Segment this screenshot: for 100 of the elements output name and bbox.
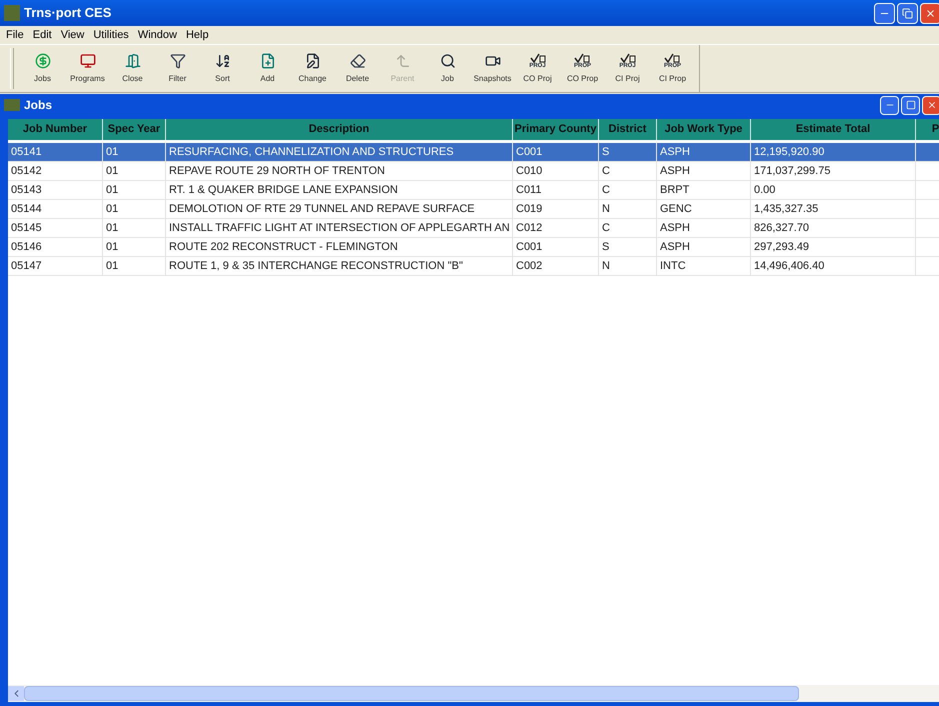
table-cell-text: RT. 1 & QUAKER BRIDGE LANE EXPANSION xyxy=(169,182,398,198)
table-cell-text: 01 xyxy=(106,164,118,179)
horizontal-scrollbar[interactable] xyxy=(8,685,939,702)
monitor-icon xyxy=(80,52,96,68)
toolbar-button[interactable]: Close xyxy=(110,46,155,90)
edit-document-icon xyxy=(304,52,320,68)
window-title: Trns·port CES xyxy=(24,4,112,22)
minimize-button[interactable] xyxy=(874,2,895,24)
menu-item[interactable]: Utilities xyxy=(93,26,129,44)
table-cell-text: 297,293.49 xyxy=(754,240,810,255)
table-cell-text: 01 xyxy=(106,240,118,255)
column-header[interactable]: Spec Year xyxy=(103,119,166,140)
table-cell-text: ASPH xyxy=(660,144,690,160)
table-cell-text: ASPH xyxy=(660,164,690,179)
column-header[interactable]: Primary County xyxy=(513,119,599,140)
toolbar-button[interactable]: Job xyxy=(425,46,470,90)
table-row[interactable]: 05146 01 ROUTE 202 RECONSTRUCT - FLEMINGTON C001 S ASPH 297,293.49 xyxy=(8,238,939,257)
table-cell-text: 171,037,299.75 xyxy=(754,164,830,179)
table-row[interactable]: 05143 01 RT. 1 & QUAKER BRIDGE LANE EXPANSION C011 C BRPT 0.00 xyxy=(8,181,939,200)
restore-icon xyxy=(902,8,913,18)
toolbar-button[interactable]: Change xyxy=(290,46,335,90)
table-cell-text: 0.00 xyxy=(754,182,776,198)
child-window-title: Jobs xyxy=(24,97,52,114)
table-cell-text: 05147 xyxy=(11,258,42,274)
table-row[interactable]: 05147 01 ROUTE 1, 9 & 35 INTERCHANGE RECONSTRUCTION "B" C002 N INTC 14,496,406.40 xyxy=(8,257,939,276)
table-cell-text: C010 xyxy=(516,164,542,179)
table-cell-text: S xyxy=(602,144,610,160)
table-cell-text: C001 xyxy=(516,144,542,160)
table-cell-text: 01 xyxy=(106,258,118,274)
table-cell-text: S xyxy=(602,240,610,255)
column-header[interactable]: Estimate Total xyxy=(751,119,916,140)
toolbar-button[interactable]: Snapshots xyxy=(470,46,515,90)
toolbar-button[interactable]: Programs xyxy=(65,46,110,90)
close-button[interactable] xyxy=(920,2,939,24)
up-arrow-icon xyxy=(394,52,410,68)
table-cell-text: REPAVE ROUTE 29 NORTH OF TRENTON xyxy=(169,164,385,179)
table-cell-text: 826,327.70 xyxy=(754,220,810,236)
column-header[interactable]: P xyxy=(916,119,939,140)
table-cell-text: C xyxy=(602,220,610,236)
table-cell-text: N xyxy=(602,202,610,217)
table-row[interactable]: 05145 01 INSTALL TRAFFIC LIGHT AT INTERSECTION OF APPLEGARTH AN C012 C ASPH 826,327.70 xyxy=(8,219,939,238)
table-cell-text: INTC xyxy=(660,258,686,274)
menu-item[interactable]: File xyxy=(6,26,24,44)
table-row[interactable]: 05144 01 DEMOLOTION OF RTE 29 TUNNEL AND REPAVE SURFACE C019 N GENC 1,435,327.35 xyxy=(8,200,939,219)
table-cell-text: GENC xyxy=(660,202,692,217)
menu-item[interactable]: Edit xyxy=(32,26,52,44)
table-cell-text: 01 xyxy=(106,182,118,198)
minimize-button[interactable] xyxy=(880,96,899,114)
table-cell-text: 01 xyxy=(106,144,118,160)
table-cell-text: C012 xyxy=(516,220,542,236)
toolbar-button[interactable]: Add xyxy=(245,46,290,90)
scroll-left-button[interactable] xyxy=(8,686,24,701)
close-button[interactable] xyxy=(922,96,939,114)
close-icon xyxy=(926,100,936,110)
door-icon xyxy=(124,52,140,68)
column-header[interactable]: District xyxy=(599,119,657,140)
menu-item[interactable]: View xyxy=(60,26,84,44)
table-cell-text: 01 xyxy=(106,220,118,236)
table-cell-text: 05146 xyxy=(11,240,42,255)
eraser-icon xyxy=(350,52,366,68)
column-header[interactable]: Job Work Type xyxy=(657,119,751,140)
menu-item[interactable]: Window xyxy=(138,26,177,44)
table-cell-text: INSTALL TRAFFIC LIGHT AT INTERSECTION OF APPLEGARTH AN xyxy=(169,220,510,236)
table-cell-text: RESURFACING, CHANNELIZATION AND STRUCTURES xyxy=(169,144,454,160)
table-cell-text: C019 xyxy=(516,202,542,217)
app-icon xyxy=(4,5,20,21)
toolbar-button[interactable]: Sort xyxy=(200,46,245,90)
column-header[interactable]: Job Number xyxy=(8,119,103,140)
menu-item[interactable]: Help xyxy=(186,26,209,44)
table-cell-text: C xyxy=(602,182,610,198)
table-cell-text: ROUTE 202 RECONSTRUCT - FLEMINGTON xyxy=(169,240,398,255)
toolbar-button[interactable]: Filter xyxy=(155,46,200,90)
table-row[interactable]: 05142 01 REPAVE ROUTE 29 NORTH OF TRENTON C010 C ASPH 171,037,299.75 xyxy=(8,162,939,181)
table-cell-text: C011 xyxy=(516,182,542,198)
table-cell-text: 14,496,406.40 xyxy=(754,258,824,274)
close-icon xyxy=(925,8,936,18)
table-cell-text: BRPT xyxy=(660,182,690,198)
add-document-icon xyxy=(260,52,276,68)
maximize-button[interactable] xyxy=(901,96,920,114)
filter-icon xyxy=(170,52,186,68)
toolbar-button[interactable]: Jobs xyxy=(20,46,65,90)
restore-button[interactable] xyxy=(897,2,918,24)
table-cell-text: 05142 xyxy=(11,164,42,179)
column-header[interactable]: Description xyxy=(166,119,513,140)
table-cell-text: ROUTE 1, 9 & 35 INTERCHANGE RECONSTRUCTION "B" xyxy=(169,258,463,274)
table-cell-text: ASPH xyxy=(660,220,690,236)
sort-icon xyxy=(214,52,230,68)
table-cell-text: 05144 xyxy=(11,202,42,217)
table-cell-text: 12,195,920.90 xyxy=(754,144,824,160)
table-cell-text: 05143 xyxy=(11,182,42,198)
table-cell-text: DEMOLOTION OF RTE 29 TUNNEL AND REPAVE SURFACE xyxy=(169,202,475,217)
table-row[interactable]: 05141 01 RESURFACING, CHANNELIZATION AND STRUCTURES C001 S ASPH 12,195,920.90 xyxy=(8,143,939,162)
table-cell-text: 01 xyxy=(106,202,118,217)
scroll-thumb[interactable] xyxy=(24,686,799,701)
search-icon xyxy=(440,52,456,68)
table-cell-text: 1,435,327.35 xyxy=(754,202,818,217)
toolbar-button[interactable]: Delete xyxy=(335,46,380,90)
table-cell-text: N xyxy=(602,258,610,274)
table-cell-text: C xyxy=(602,164,610,179)
table-cell-text: C001 xyxy=(516,240,542,255)
